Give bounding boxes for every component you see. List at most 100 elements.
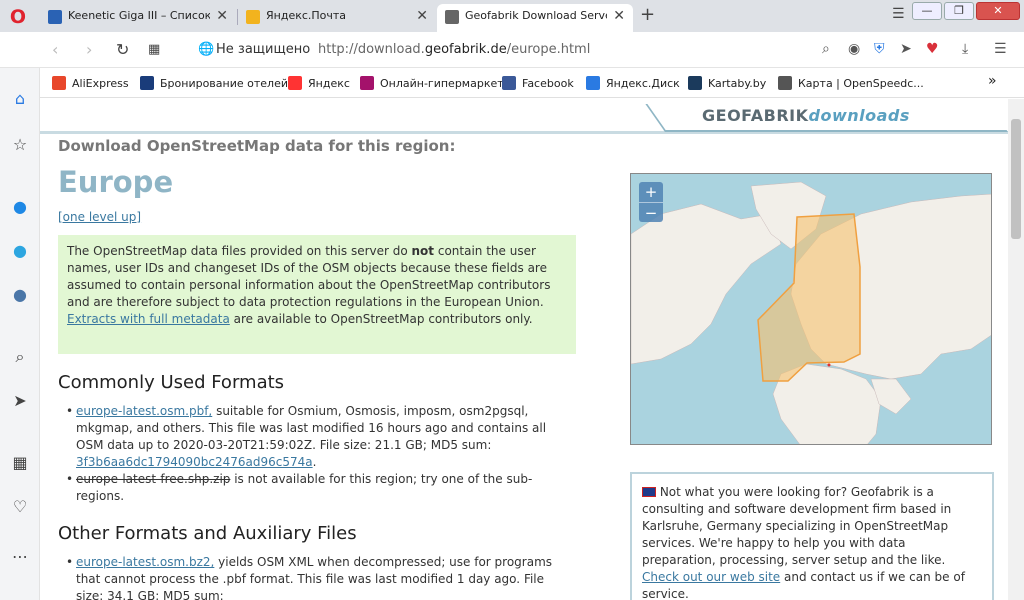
bookmark-label: Бронирование отелей	[160, 77, 288, 90]
map-zoom-controls: + −	[639, 182, 663, 222]
other-formats-heading: Other Formats and Auxiliary Files	[58, 523, 357, 544]
bookmark-hypermarket[interactable]: Онлайн-гипермаркет	[360, 76, 504, 90]
bookmark-aliexpress[interactable]: AliExpress	[52, 76, 129, 90]
download-icon[interactable]: ⤓	[962, 41, 968, 57]
minimize-icon[interactable]: —	[912, 2, 942, 20]
bookmark-label: Онлайн-гипермаркет	[380, 77, 504, 90]
tab-label: Keenetic Giga III – Список ус	[68, 9, 210, 22]
maximize-icon[interactable]: ❐	[944, 2, 974, 20]
bookmarks-bar: AliExpress Бронирование отелей Яндекс Он…	[40, 68, 1024, 98]
new-tab-icon[interactable]: +	[640, 4, 655, 26]
address-bar: ‹ › ↻ ▦ 🌐 Не защищено http://download.ge…	[0, 32, 1024, 68]
send-icon[interactable]: ➤	[900, 41, 912, 57]
web-page: GEOFABRIKdownloads Download OpenStreetMa…	[40, 99, 1008, 600]
geofabrik-info-box: Not what you were looking for? Geofabrik…	[630, 472, 994, 600]
window-controls: — ❐ ✕	[912, 2, 1020, 20]
close-tab-icon[interactable]: ✕	[416, 4, 428, 28]
notice-text: The OpenStreetMap data files provided on…	[67, 244, 412, 258]
mail-favicon-icon	[246, 10, 260, 24]
extensions-icon[interactable]: ▦	[9, 452, 31, 474]
telegram-icon[interactable]: ●	[9, 240, 31, 262]
page-icon	[778, 76, 792, 90]
camera-icon[interactable]: ◉	[848, 41, 860, 57]
search-icon[interactable]: ⌕	[822, 41, 830, 57]
common-formats-heading: Commonly Used Formats	[58, 372, 285, 393]
globe-icon[interactable]: 🌐	[198, 42, 214, 57]
forward-icon[interactable]: ›	[86, 40, 92, 59]
bookmark-label: Яндекс.Диск	[606, 77, 680, 90]
region-map[interactable]: + −	[630, 173, 992, 445]
heart-icon[interactable]: ♥	[926, 41, 939, 57]
zoom-out-button[interactable]: −	[639, 202, 663, 222]
bookmark-star-icon[interactable]: ☆	[9, 134, 31, 156]
bookmark-label: Яндекс	[308, 77, 350, 90]
settings-icon[interactable]: ☰	[994, 41, 1007, 57]
bookmark-openspeedc[interactable]: Карта | OpenSpeedc...	[778, 76, 924, 90]
tab-label: Яндекс.Почта	[266, 9, 347, 22]
url-field[interactable]: http://download.geofabrik.de/europe.html	[318, 42, 590, 57]
bookmark-booking[interactable]: Бронирование отелей	[140, 76, 288, 90]
bookmark-label: Facebook	[522, 77, 574, 90]
bookmark-facebook[interactable]: Facebook	[502, 76, 574, 90]
hypermarket-icon	[360, 76, 374, 90]
bookmark-yandex-disk[interactable]: Яндекс.Диск	[586, 76, 680, 90]
home-icon[interactable]: ⌂	[9, 88, 31, 110]
pbf-md5-link[interactable]: 3f3b6aa6dc1794090bc2476ad96c574a	[76, 455, 313, 469]
pbf-download-link[interactable]: europe-latest.osm.pbf,	[76, 404, 212, 418]
sidebar: ⌂ ☆ ● ● ● ⌕ ➤ ▦ ♡ ⋯	[0, 68, 40, 600]
map-canvas[interactable]	[631, 174, 992, 445]
geofabrik-logo[interactable]: GEOFABRIKdownloads	[702, 106, 910, 125]
scrollbar-thumb[interactable]	[1011, 119, 1021, 239]
tab-menu-icon[interactable]: ☰	[892, 6, 905, 22]
shield-icon[interactable]: ⛨	[874, 41, 885, 57]
website-link[interactable]: Check out our web site	[642, 570, 780, 584]
facebook-icon	[502, 76, 516, 90]
list-item: • europe-latest.osm.bz2, yields OSM XML …	[66, 554, 566, 600]
vk-icon[interactable]: ●	[9, 284, 31, 306]
bullet: •	[66, 472, 74, 486]
heart-icon[interactable]: ♡	[9, 496, 31, 518]
opera-logo-icon[interactable]: O	[8, 7, 28, 27]
tab-keenetic[interactable]: Keenetic Giga III – Список ус ✕	[40, 4, 236, 32]
security-status[interactable]: Не защищено	[216, 42, 310, 57]
bullet: •	[66, 555, 74, 569]
page-subheading: Download OpenStreetMap data for this reg…	[58, 137, 456, 155]
bookmark-label: Kartaby.by	[708, 77, 767, 90]
aliexpress-icon	[52, 76, 66, 90]
back-icon[interactable]: ‹	[52, 40, 58, 59]
messenger-icon[interactable]: ●	[9, 196, 31, 218]
page-title: Europe	[58, 165, 174, 199]
brand-main: GEOFABRIK	[702, 106, 809, 125]
bookmark-label: Карта | OpenSpeedc...	[798, 77, 924, 90]
uk-flag-icon	[642, 487, 656, 497]
close-tab-icon[interactable]: ✕	[613, 4, 625, 28]
bullet: •	[66, 404, 74, 418]
close-window-icon[interactable]: ✕	[976, 2, 1020, 20]
kartaby-icon	[688, 76, 702, 90]
speed-dial-icon[interactable]: ▦	[148, 42, 160, 57]
list-item: • europe-latest-free.shp.zip is not avai…	[66, 471, 566, 505]
more-bookmarks-icon[interactable]: »	[988, 73, 997, 89]
bookmark-kartaby[interactable]: Kartaby.by	[688, 76, 766, 90]
bz2-download-link[interactable]: europe-latest.osm.bz2,	[76, 555, 214, 569]
reload-icon[interactable]: ↻	[116, 40, 129, 59]
close-tab-icon[interactable]: ✕	[216, 4, 228, 28]
search-icon[interactable]: ⌕	[9, 346, 31, 368]
yandex-disk-icon	[586, 76, 600, 90]
notice-bold: not	[411, 244, 435, 258]
tab-yandex-mail[interactable]: Яндекс.Почта ✕	[238, 4, 436, 32]
shp-unavailable: europe-latest-free.shp.zip	[76, 472, 231, 486]
one-level-up-link[interactable]: [one level up]	[58, 210, 141, 224]
send-icon[interactable]: ➤	[9, 390, 31, 412]
bookmark-yandex[interactable]: Яндекс	[288, 76, 350, 90]
pbf-end: .	[312, 455, 317, 469]
more-icon[interactable]: ⋯	[9, 546, 31, 568]
url-path: /europe.html	[506, 42, 591, 57]
page-scrollbar[interactable]	[1008, 99, 1024, 600]
full-metadata-link[interactable]: Extracts with full metadata	[67, 312, 230, 326]
notice-text: are available to OpenStreetMap contribut…	[229, 312, 533, 326]
tab-geofabrik[interactable]: Geofabrik Download Server ✕	[437, 4, 633, 32]
list-item: • europe-latest.osm.pbf, suitable for Os…	[66, 403, 566, 471]
url-domain: geofabrik.de	[424, 42, 507, 57]
zoom-in-button[interactable]: +	[639, 182, 663, 202]
